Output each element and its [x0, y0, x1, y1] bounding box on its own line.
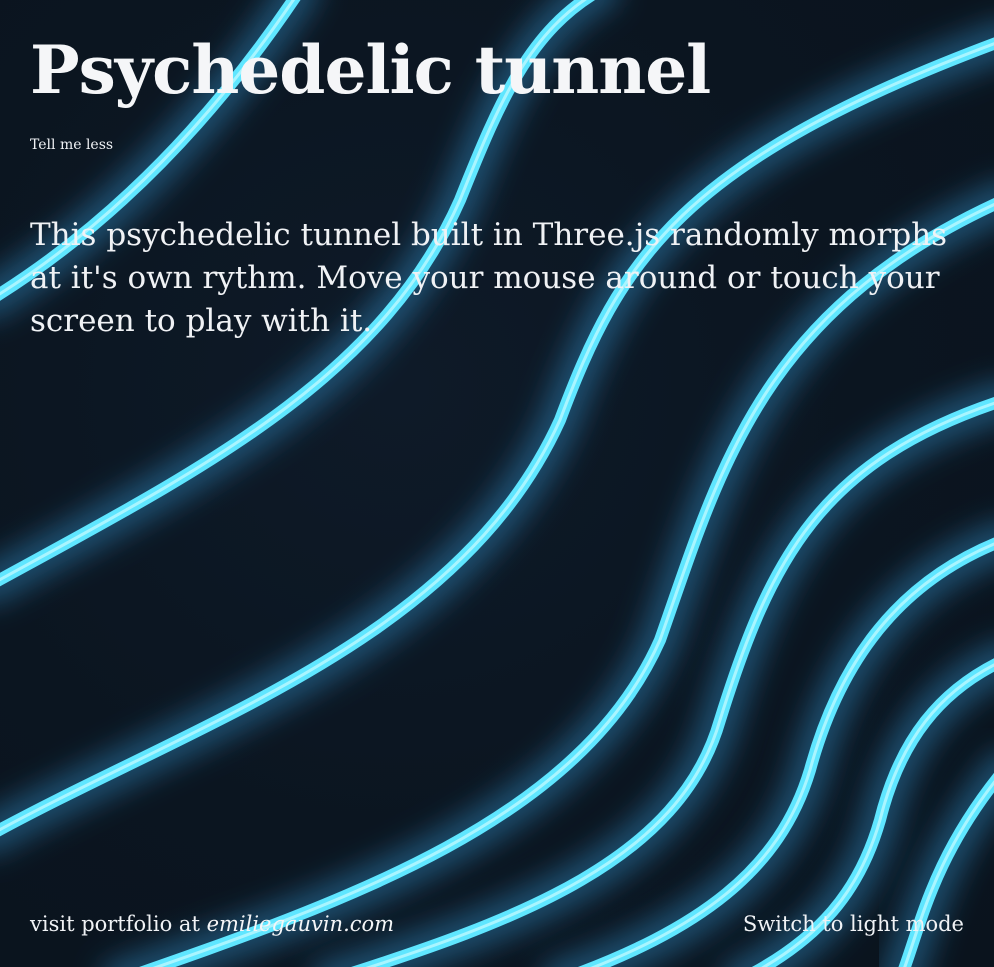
portfolio-credit: visit portfolio at emiliegauvin.com	[30, 909, 394, 939]
portfolio-link[interactable]: emiliegauvin.com	[207, 912, 395, 936]
tunnel-canvas[interactable]	[0, 0, 994, 967]
page-description: This psychedelic tunnel built in Three.j…	[30, 217, 948, 339]
theme-toggle-button[interactable]: Switch to light mode	[743, 909, 964, 939]
tunnel-stage[interactable]: Psychedelic tunnel Tell me less This psy…	[0, 0, 994, 967]
light-ribbon	[351, 397, 994, 967]
toggle-info-button[interactable]: Tell me less	[30, 136, 113, 154]
page-title: Psychedelic tunnel	[30, 31, 711, 109]
portfolio-prefix: visit portfolio at	[30, 912, 207, 936]
